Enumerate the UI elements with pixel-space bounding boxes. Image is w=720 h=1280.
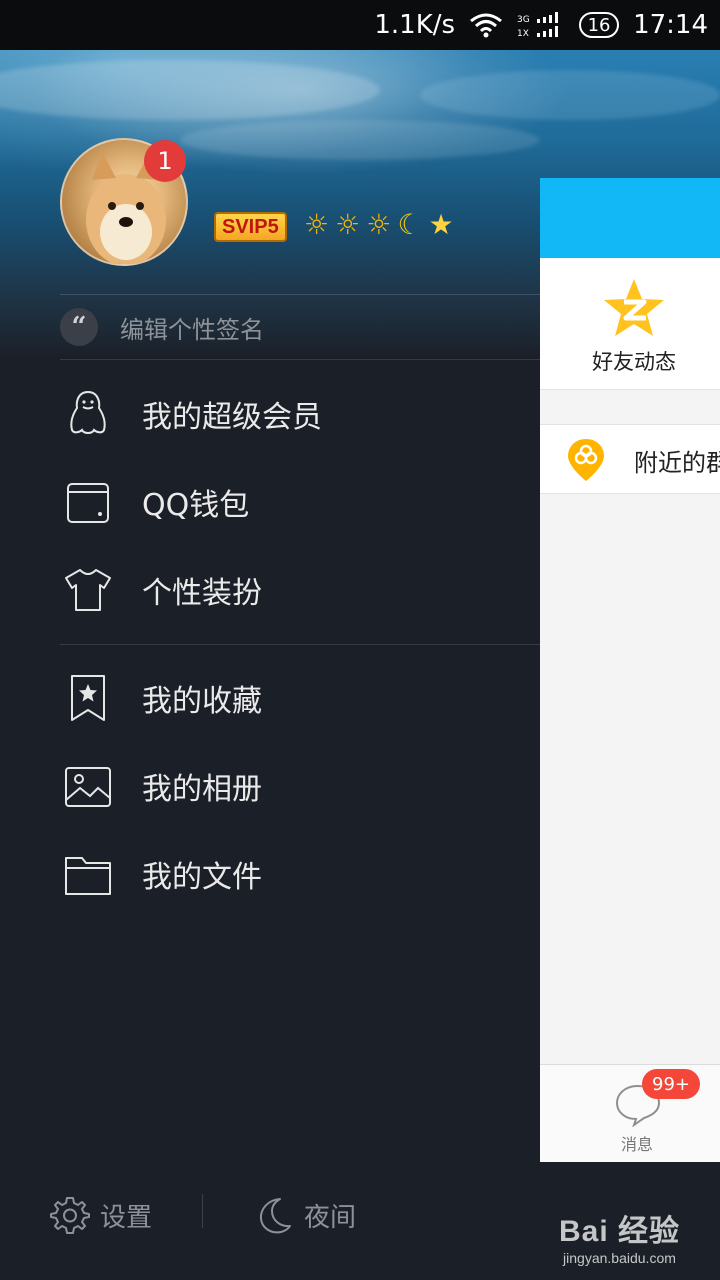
bottom-tab-bar: 消息 99+ [540,1064,720,1162]
menu-item-label: 我的文件 [142,860,262,895]
bookmark-star-icon [60,670,116,726]
status-bar: 1.1K/s 3G 1X 16 17:14 [0,0,720,50]
unread-badge: 99+ [642,1069,700,1099]
svip-badge[interactable]: SVIP5 [214,212,287,242]
moon-icon: ☾ [397,208,423,241]
settings-label: 设置 [100,1202,153,1233]
penguin-icon [60,386,116,442]
qq-level-icons[interactable]: ☼ ☼ ☼ ☾ ★ [304,208,454,241]
night-mode-button[interactable]: 夜间 [254,1192,356,1238]
menu-item-themes[interactable]: 个性装扮 [60,550,530,630]
title-bar [540,178,720,258]
wallet-icon [60,474,116,530]
folder-icon [60,846,116,902]
svg-text:3G: 3G [517,15,530,25]
nearby-groups-label: 附近的群 [634,449,720,477]
menu-item-files[interactable]: 我的文件 [60,834,530,914]
signature-placeholder: 编辑个性签名 [120,315,264,344]
network-speed: 1.1K/s [374,10,456,40]
star-icon: ★ [428,208,454,241]
baidu-jingyan-watermark: Bai 经验 jingyan.baidu.com [559,1206,680,1266]
night-mode-label: 夜间 [304,1202,357,1233]
menu-item-label: QQ钱包 [142,488,250,523]
tshirt-icon [60,562,116,618]
sun-icon: ☼ [366,208,392,241]
avatar-notification-badge: 1 [144,140,186,182]
clock: 17:14 [633,10,708,40]
menu-item-qq-wallet[interactable]: QQ钱包 [60,462,530,542]
divider [60,359,540,360]
drawer-bottom-bar: 设置 夜间 Bai 经验 jingyan.baidu.com [0,1162,720,1280]
friend-feed-label: 好友动态 [592,350,676,374]
menu-item-favorites[interactable]: 我的收藏 [60,658,530,738]
photo-icon [60,758,116,814]
menu-item-label: 我的收藏 [142,684,262,719]
wifi-icon [469,12,503,38]
svg-text:1X: 1X [517,29,529,39]
menu-item-album[interactable]: 我的相册 [60,746,530,826]
nearby-groups-entry[interactable]: 附近的群 [540,424,720,494]
divider [202,1194,203,1228]
divider [60,294,540,295]
menu-item-label: 我的相册 [142,772,262,807]
gear-icon [50,1197,90,1234]
divider [60,644,540,645]
tab-messages-label[interactable]: 消息 [621,1131,653,1155]
main-content-panel[interactable]: 好友动态 附近的群 消息 99+ [540,178,720,1162]
watermark-url: jingyan.baidu.com [563,1250,676,1266]
quote-icon: “ [60,308,98,346]
signature-row[interactable]: “ 编辑个性签名 [60,305,264,349]
qzone-star-icon [604,279,664,336]
signal-icon: 3G 1X [517,11,565,39]
watermark-logo-text: Bai 经验 [558,1215,680,1248]
settings-button[interactable]: 设置 [50,1192,152,1238]
sun-icon: ☼ [335,208,361,241]
menu-item-super-vip[interactable]: 我的超级会员 [60,374,530,454]
battery-icon: 16 [579,12,620,38]
moon-icon [259,1198,291,1234]
location-pin-icon [568,439,604,481]
menu-item-label: 个性装扮 [142,576,262,611]
menu-item-label: 我的超级会员 [142,400,322,435]
sun-icon: ☼ [304,208,330,241]
